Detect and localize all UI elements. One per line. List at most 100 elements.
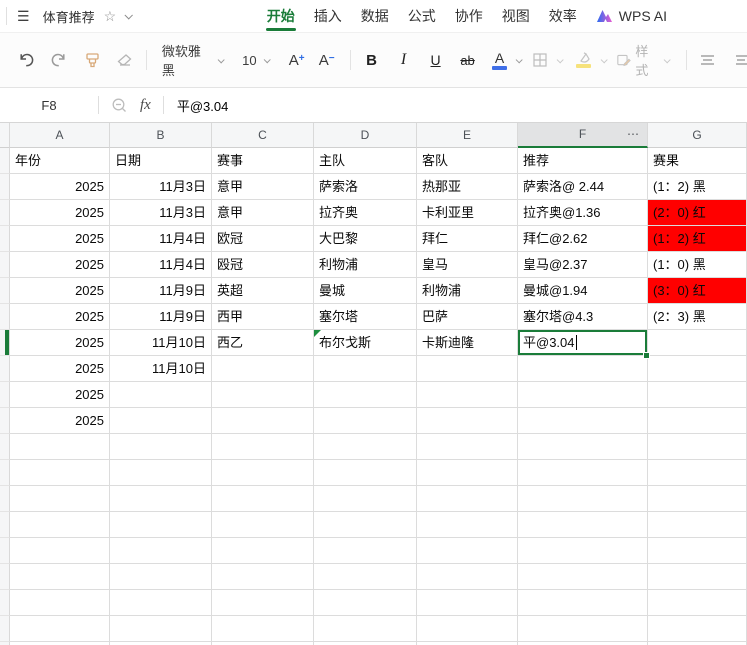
cell-f8[interactable]: 平@3.04 [518, 330, 650, 359]
cell-a17[interactable] [10, 564, 110, 590]
cell-b10[interactable] [110, 382, 212, 408]
cell-g7[interactable]: (2：3) 黑 [648, 304, 747, 330]
bold-button[interactable]: B [360, 47, 384, 73]
wps-ai-button[interactable]: WPS AI [596, 8, 667, 24]
cell-c9[interactable] [212, 356, 314, 382]
increase-font-size-button[interactable]: A + [285, 47, 309, 73]
column-header-b[interactable]: B [110, 123, 212, 148]
cell-e4[interactable]: 拜仁 [417, 226, 518, 252]
column-header-d[interactable]: D [314, 123, 417, 148]
cell-b9[interactable]: 11月10日 [110, 356, 212, 382]
menu-tab[interactable]: 插入 [314, 0, 342, 32]
cell-e14[interactable] [417, 486, 518, 512]
cell-g19[interactable] [648, 616, 747, 642]
column-header-f[interactable]: F ⋯ [518, 123, 648, 148]
cell-b16[interactable] [110, 538, 212, 564]
cell-g15[interactable] [648, 512, 747, 538]
font-name-select[interactable]: 微软雅黑 [162, 41, 224, 79]
cell-c19[interactable] [212, 616, 314, 642]
menu-tab[interactable]: 协作 [455, 0, 483, 32]
cell-d9[interactable] [314, 356, 417, 382]
cell-a3[interactable]: 2025 [10, 200, 110, 226]
row-header[interactable] [0, 538, 10, 564]
cell-a12[interactable] [10, 434, 110, 460]
cell-c17[interactable] [212, 564, 314, 590]
cell-d19[interactable] [314, 616, 417, 642]
cell-a5[interactable]: 2025 [10, 252, 110, 278]
cell-b18[interactable] [110, 590, 212, 616]
cell-g13[interactable] [648, 460, 747, 486]
row-header[interactable] [0, 460, 10, 486]
cell-b14[interactable] [110, 486, 212, 512]
cell-d7[interactable]: 塞尔塔 [314, 304, 417, 330]
cell-g16[interactable] [648, 538, 747, 564]
cell-c13[interactable] [212, 460, 314, 486]
cell-g18[interactable] [648, 590, 747, 616]
row-header[interactable] [0, 304, 10, 330]
cell-d10[interactable] [314, 382, 417, 408]
cell-f2[interactable]: 萨索洛@ 2.44 [518, 174, 648, 200]
cell-e11[interactable] [417, 408, 518, 434]
menu-tab[interactable]: 数据 [361, 0, 389, 32]
cell-f17[interactable] [518, 564, 648, 590]
cell-b1[interactable]: 日期 [110, 148, 212, 174]
cell-b17[interactable] [110, 564, 212, 590]
cell-f15[interactable] [518, 512, 648, 538]
menu-tab[interactable]: 公式 [408, 0, 436, 32]
cell-c12[interactable] [212, 434, 314, 460]
chevron-down-icon[interactable] [600, 55, 608, 63]
cell-f11[interactable] [518, 408, 648, 434]
main-menu-icon[interactable]: ☰ [17, 8, 30, 25]
cell-d6[interactable]: 曼城 [314, 278, 417, 304]
cell-g2[interactable]: (1：2) 黑 [648, 174, 747, 200]
fill-color-icon[interactable] [572, 47, 596, 73]
cell-a2[interactable]: 2025 [10, 174, 110, 200]
row-header[interactable] [0, 226, 10, 252]
row-header[interactable] [0, 330, 10, 356]
cell-f10[interactable] [518, 382, 648, 408]
font-size-select[interactable]: 10 [242, 53, 271, 68]
cell-g17[interactable] [648, 564, 747, 590]
cell-e16[interactable] [417, 538, 518, 564]
cell-c14[interactable] [212, 486, 314, 512]
underline-button[interactable]: U [424, 47, 448, 73]
cell-d14[interactable] [314, 486, 417, 512]
cell-f3[interactable]: 拉齐奥@1.36 [518, 200, 648, 226]
cell-c15[interactable] [212, 512, 314, 538]
cell-a11[interactable]: 2025 [10, 408, 110, 434]
row-header[interactable] [0, 486, 10, 512]
cell-g6[interactable]: (3：0) 红 [648, 278, 747, 304]
cell-e13[interactable] [417, 460, 518, 486]
cell-d1[interactable]: 主队 [314, 148, 417, 174]
row-header[interactable] [0, 616, 10, 642]
column-header-c[interactable]: C [212, 123, 314, 148]
cell-c10[interactable] [212, 382, 314, 408]
column-header-e[interactable]: E [417, 123, 518, 148]
strikethrough-button[interactable]: ab [456, 47, 480, 73]
eraser-icon[interactable] [113, 47, 137, 73]
cell-b2[interactable]: 11月3日 [110, 174, 212, 200]
cell-a1[interactable]: 年份 [10, 148, 110, 174]
cell-a14[interactable] [10, 486, 110, 512]
cell-d18[interactable] [314, 590, 417, 616]
cell-c2[interactable]: 意甲 [212, 174, 314, 200]
select-all-corner[interactable] [0, 123, 10, 148]
cell-c6[interactable]: 英超 [212, 278, 314, 304]
row-header[interactable] [0, 408, 10, 434]
cell-c11[interactable] [212, 408, 314, 434]
cell-e9[interactable] [417, 356, 518, 382]
cell-b5[interactable]: 11月4日 [110, 252, 212, 278]
row-header[interactable] [0, 174, 10, 200]
format-painter-icon[interactable] [80, 47, 104, 73]
cell-e12[interactable] [417, 434, 518, 460]
cell-e7[interactable]: 巴萨 [417, 304, 518, 330]
zoom-out-icon[interactable] [111, 97, 128, 114]
cell-e6[interactable]: 利物浦 [417, 278, 518, 304]
cell-e8[interactable]: 卡斯迪隆 [417, 330, 518, 356]
cell-g14[interactable] [648, 486, 747, 512]
cell-d2[interactable]: 萨索洛 [314, 174, 417, 200]
cell-b12[interactable] [110, 434, 212, 460]
cell-d15[interactable] [314, 512, 417, 538]
cell-a6[interactable]: 2025 [10, 278, 110, 304]
fill-handle[interactable] [643, 352, 650, 359]
